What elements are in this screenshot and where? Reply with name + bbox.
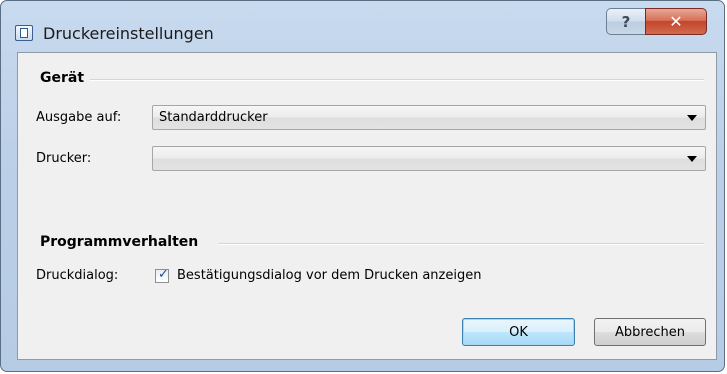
help-button[interactable]: ? xyxy=(606,8,646,35)
ok-button[interactable]: OK xyxy=(462,318,575,346)
help-icon: ? xyxy=(621,12,631,31)
printer-settings-dialog: Druckereinstellungen ? ✕ Gerät Ausgabe a… xyxy=(0,0,725,372)
behavior-group-divider xyxy=(218,243,704,245)
close-button[interactable]: ✕ xyxy=(645,8,707,35)
printer-label: Drucker: xyxy=(36,151,92,166)
output-label: Ausgabe auf: xyxy=(36,110,122,125)
output-select-value: Standarddrucker xyxy=(159,110,268,125)
chevron-down-icon xyxy=(687,156,697,162)
confirm-dialog-checkbox-label[interactable]: Bestätigungsdialog vor dem Drucken anzei… xyxy=(177,268,481,283)
cancel-button[interactable]: Abbrechen xyxy=(594,318,706,346)
behavior-group-heading: Programmverhalten xyxy=(40,234,205,250)
print-dialog-label: Druckdialog: xyxy=(36,268,119,283)
output-select[interactable]: Standarddrucker xyxy=(152,105,706,130)
device-group-divider xyxy=(88,79,704,81)
title-bar[interactable]: Druckereinstellungen ? ✕ xyxy=(1,1,724,47)
window-title: Druckereinstellungen xyxy=(43,24,214,43)
checkmark-icon: ✓ xyxy=(158,267,169,282)
device-group-heading: Gerät xyxy=(40,70,91,86)
confirm-dialog-checkbox[interactable]: ✓ xyxy=(155,267,169,283)
printer-settings-icon xyxy=(15,25,33,41)
chevron-down-icon xyxy=(687,115,697,121)
close-icon: ✕ xyxy=(669,12,683,31)
printer-select[interactable] xyxy=(152,146,706,171)
dialog-content: Gerät Ausgabe auf: Standarddrucker Druck… xyxy=(17,52,717,360)
